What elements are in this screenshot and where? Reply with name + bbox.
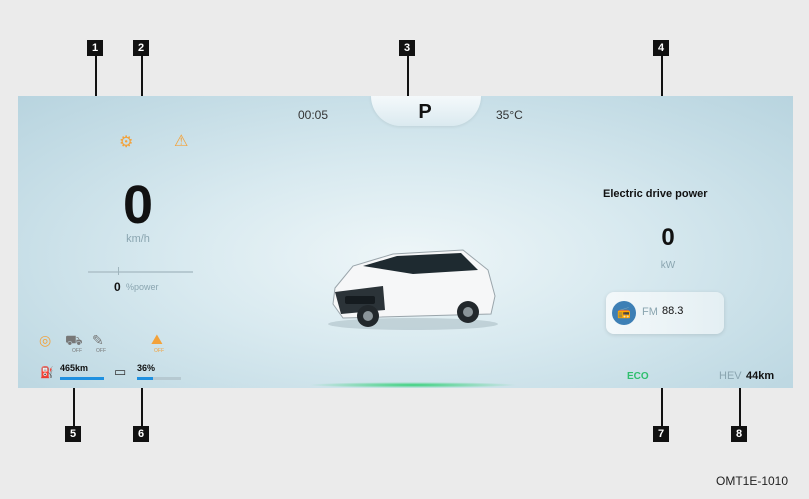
fuel-range: 465km xyxy=(60,363,89,373)
lane-assist-off-label: OFF xyxy=(72,348,82,354)
hill-descent-off-label: OFF xyxy=(154,348,164,354)
tire-pressure-icon: ◎ xyxy=(39,332,52,348)
figure-code: OMT1E-1010 xyxy=(716,474,789,488)
electric-drive-power-title: Electric drive power xyxy=(603,188,708,200)
battery-level-track xyxy=(137,377,181,380)
eco-mode-indicator: ECO xyxy=(627,371,649,382)
power-value: 0 xyxy=(114,280,121,294)
power-bar xyxy=(88,271,193,273)
speed-unit: km/h xyxy=(126,233,150,245)
callout-5: 5 xyxy=(65,426,81,442)
radio-icon: 📻 xyxy=(612,301,636,325)
hev-range: 44km xyxy=(746,370,775,382)
road-glow xyxy=(308,382,518,388)
stability-control-icon: ✎ xyxy=(92,332,104,348)
battery-level-fill xyxy=(137,377,153,380)
hazard-warning-icon: ⚠ xyxy=(174,133,189,150)
media-card[interactable]: 📻 FM 88.3 xyxy=(606,292,724,334)
hill-descent-icon: ⛰ xyxy=(151,331,163,347)
gear-indicator: P xyxy=(418,101,432,123)
fuel-pump-icon: ⛽ xyxy=(40,367,54,379)
electric-drive-power-unit: kW xyxy=(660,260,676,271)
battery-icon: ▭ xyxy=(114,364,127,379)
clock: 00:05 xyxy=(298,108,329,122)
speed-value: 0 xyxy=(122,175,154,235)
callout-3: 3 xyxy=(399,40,415,56)
media-frequency: 88.3 xyxy=(662,305,684,317)
engine-warning-icon: ⚙ xyxy=(119,134,134,151)
callout-7: 7 xyxy=(653,426,669,442)
stability-control-off-label: OFF xyxy=(96,348,106,354)
vehicle-image xyxy=(328,249,498,330)
callout-2: 2 xyxy=(133,40,149,56)
instrument-cluster-display: 00:05 P 35°C ⚙ ⚠ 0 km/h 0 %power Electri… xyxy=(18,96,793,388)
outside-temperature: 35°C xyxy=(496,108,523,122)
callout-1: 1 xyxy=(87,40,103,56)
callout-6: 6 xyxy=(133,426,149,442)
electric-drive-power-value: 0 xyxy=(661,224,675,251)
media-source: FM xyxy=(642,306,658,318)
fuel-range-bar xyxy=(60,377,104,380)
power-unit: %power xyxy=(126,282,159,292)
callout-8: 8 xyxy=(731,426,747,442)
hev-label: HEV xyxy=(719,370,742,382)
battery-level: 36% xyxy=(137,363,156,373)
callout-4: 4 xyxy=(653,40,669,56)
power-bar-marker xyxy=(118,267,119,275)
